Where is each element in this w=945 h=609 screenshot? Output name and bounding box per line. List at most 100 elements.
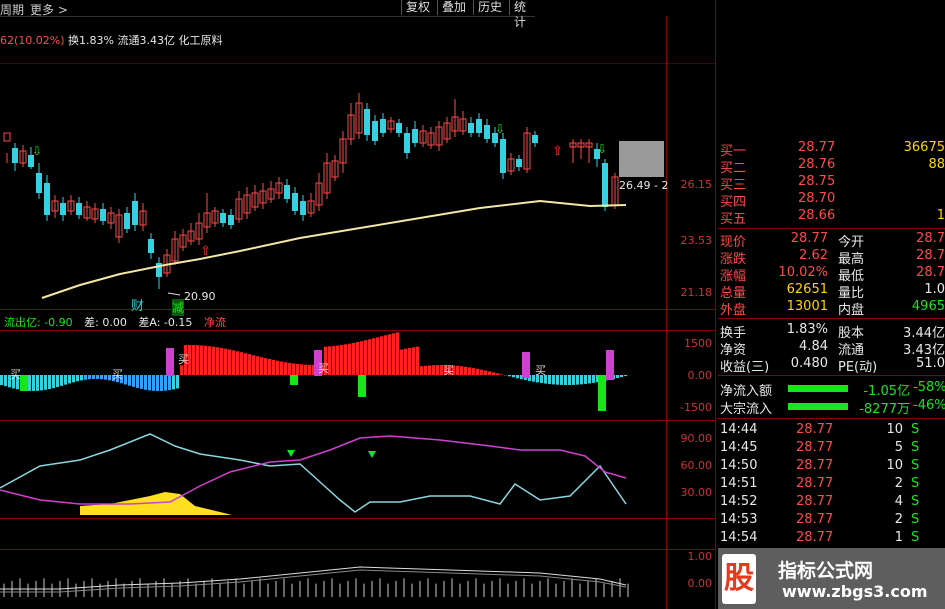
restore-rights-button[interactable]: 复权	[401, 0, 434, 15]
histogram-bar	[400, 349, 403, 375]
histogram-bar	[240, 352, 243, 375]
history-button[interactable]: 历史	[473, 0, 506, 15]
histogram-spike	[166, 348, 174, 376]
histogram-spike	[606, 350, 614, 380]
histogram-bar	[28, 375, 31, 391]
histogram-bar	[284, 362, 287, 375]
histogram-bar	[172, 375, 175, 390]
histogram-bar	[148, 375, 151, 391]
histogram-bar	[248, 354, 251, 375]
histogram-bar	[428, 365, 431, 375]
candle-body	[404, 133, 410, 153]
finance-marker: 财	[131, 299, 145, 314]
tick-time: 14:53	[720, 512, 758, 527]
stat-label: PE(动)	[838, 360, 878, 375]
histogram-bar	[496, 373, 499, 375]
ind3-axis-label: 0.00	[687, 577, 713, 590]
histogram-bar	[208, 346, 211, 375]
quote-value: 2.62	[799, 248, 828, 263]
price-axis-label: 21.18	[680, 286, 713, 299]
histogram-spike	[290, 375, 298, 385]
histogram-bar	[388, 334, 391, 375]
histogram-spike	[358, 375, 366, 397]
histogram-bar	[304, 364, 307, 375]
histogram-bar	[508, 375, 511, 377]
quote-row: 现价 28.77 今开 28.7	[718, 231, 945, 250]
histogram-spike	[20, 375, 28, 391]
quote-row: 外盘 13001 内盘 4965	[718, 299, 945, 318]
histogram-bar	[72, 375, 75, 383]
histogram-bar	[592, 375, 595, 383]
stat-label: 收益(三)	[720, 360, 770, 375]
stock-info-line: 62(10.02%) 换1.83% 流通3.43亿 化工原料	[0, 32, 222, 48]
stats-button[interactable]: 统计	[509, 0, 535, 29]
histogram-bar	[384, 335, 387, 375]
histogram-bar	[512, 375, 515, 378]
sell-marker: ⇧	[552, 144, 563, 159]
more-menu[interactable]: 更多 >	[30, 1, 68, 18]
histogram-bar	[516, 375, 519, 379]
histogram-spike	[598, 375, 606, 411]
turnover-text: 换1.83%	[68, 34, 114, 47]
tick-time: 14:50	[720, 458, 758, 473]
histogram-bar	[132, 375, 135, 387]
quote-row: 涨幅 10.02% 最低 28.7	[718, 265, 945, 284]
tick-side: S	[911, 530, 920, 545]
buy-label: 买	[535, 364, 546, 377]
stat-value: 51.0	[916, 356, 945, 371]
tick-side: S	[911, 494, 920, 509]
oscillator-chart	[0, 433, 627, 515]
histogram-bar	[556, 375, 559, 385]
histogram-bar	[376, 337, 379, 375]
overlay-button[interactable]: 叠加	[437, 0, 470, 15]
tick-time: 14:45	[720, 440, 758, 455]
price-highlight-box	[619, 141, 664, 177]
histogram-bar	[152, 375, 155, 391]
histogram-bar	[468, 367, 471, 375]
panel-border	[715, 0, 716, 609]
flow-value: -1.05亿	[863, 384, 910, 399]
tick-price: 28.77	[796, 440, 834, 455]
histogram-bar	[436, 365, 439, 375]
tick-price: 28.77	[796, 494, 834, 509]
histogram-bar	[420, 366, 423, 375]
histogram-bar	[336, 345, 339, 375]
candle-body	[396, 123, 402, 133]
period-menu[interactable]: 周期	[0, 1, 24, 18]
histogram-bar	[424, 365, 427, 375]
histogram-bar	[136, 375, 139, 388]
histogram-bar	[580, 375, 583, 385]
histogram-bar	[180, 365, 183, 375]
histogram-bar	[80, 375, 83, 381]
flow-bar	[788, 385, 848, 392]
histogram-bar	[408, 348, 411, 375]
histogram-bar	[624, 375, 627, 377]
histogram-bar	[32, 375, 35, 391]
tick-side: S	[911, 512, 920, 527]
panel-divider	[0, 309, 715, 310]
histogram-bar	[144, 375, 147, 390]
tick-volume: 4	[894, 494, 903, 509]
tick-side: S	[911, 476, 920, 491]
watermark-banner: 股 指标公式网 www.zbgs3.com	[718, 548, 945, 609]
ind1-axis-label: 0.00	[687, 369, 713, 382]
histogram-bar	[140, 375, 143, 389]
flow-bar	[788, 403, 848, 410]
tick-row: 14:45 28.77 5 S	[718, 440, 945, 457]
histogram-bar	[76, 375, 79, 382]
ind2-axis-label: 30.00	[680, 486, 713, 499]
candle-body	[76, 203, 82, 215]
histogram-bar	[292, 363, 295, 375]
histogram-bar	[100, 375, 103, 380]
histogram-bar	[288, 362, 291, 375]
histogram-bar	[56, 375, 59, 388]
candle-body	[476, 119, 482, 133]
bid-row: 买三 28.75	[718, 174, 945, 193]
candle-body	[380, 119, 386, 133]
histogram-bar	[404, 348, 407, 375]
histogram-bar	[44, 375, 47, 390]
tick-volume: 2	[894, 512, 903, 527]
histogram-bar	[156, 375, 159, 391]
histogram-bar	[464, 366, 467, 375]
histogram-bar	[4, 375, 7, 387]
